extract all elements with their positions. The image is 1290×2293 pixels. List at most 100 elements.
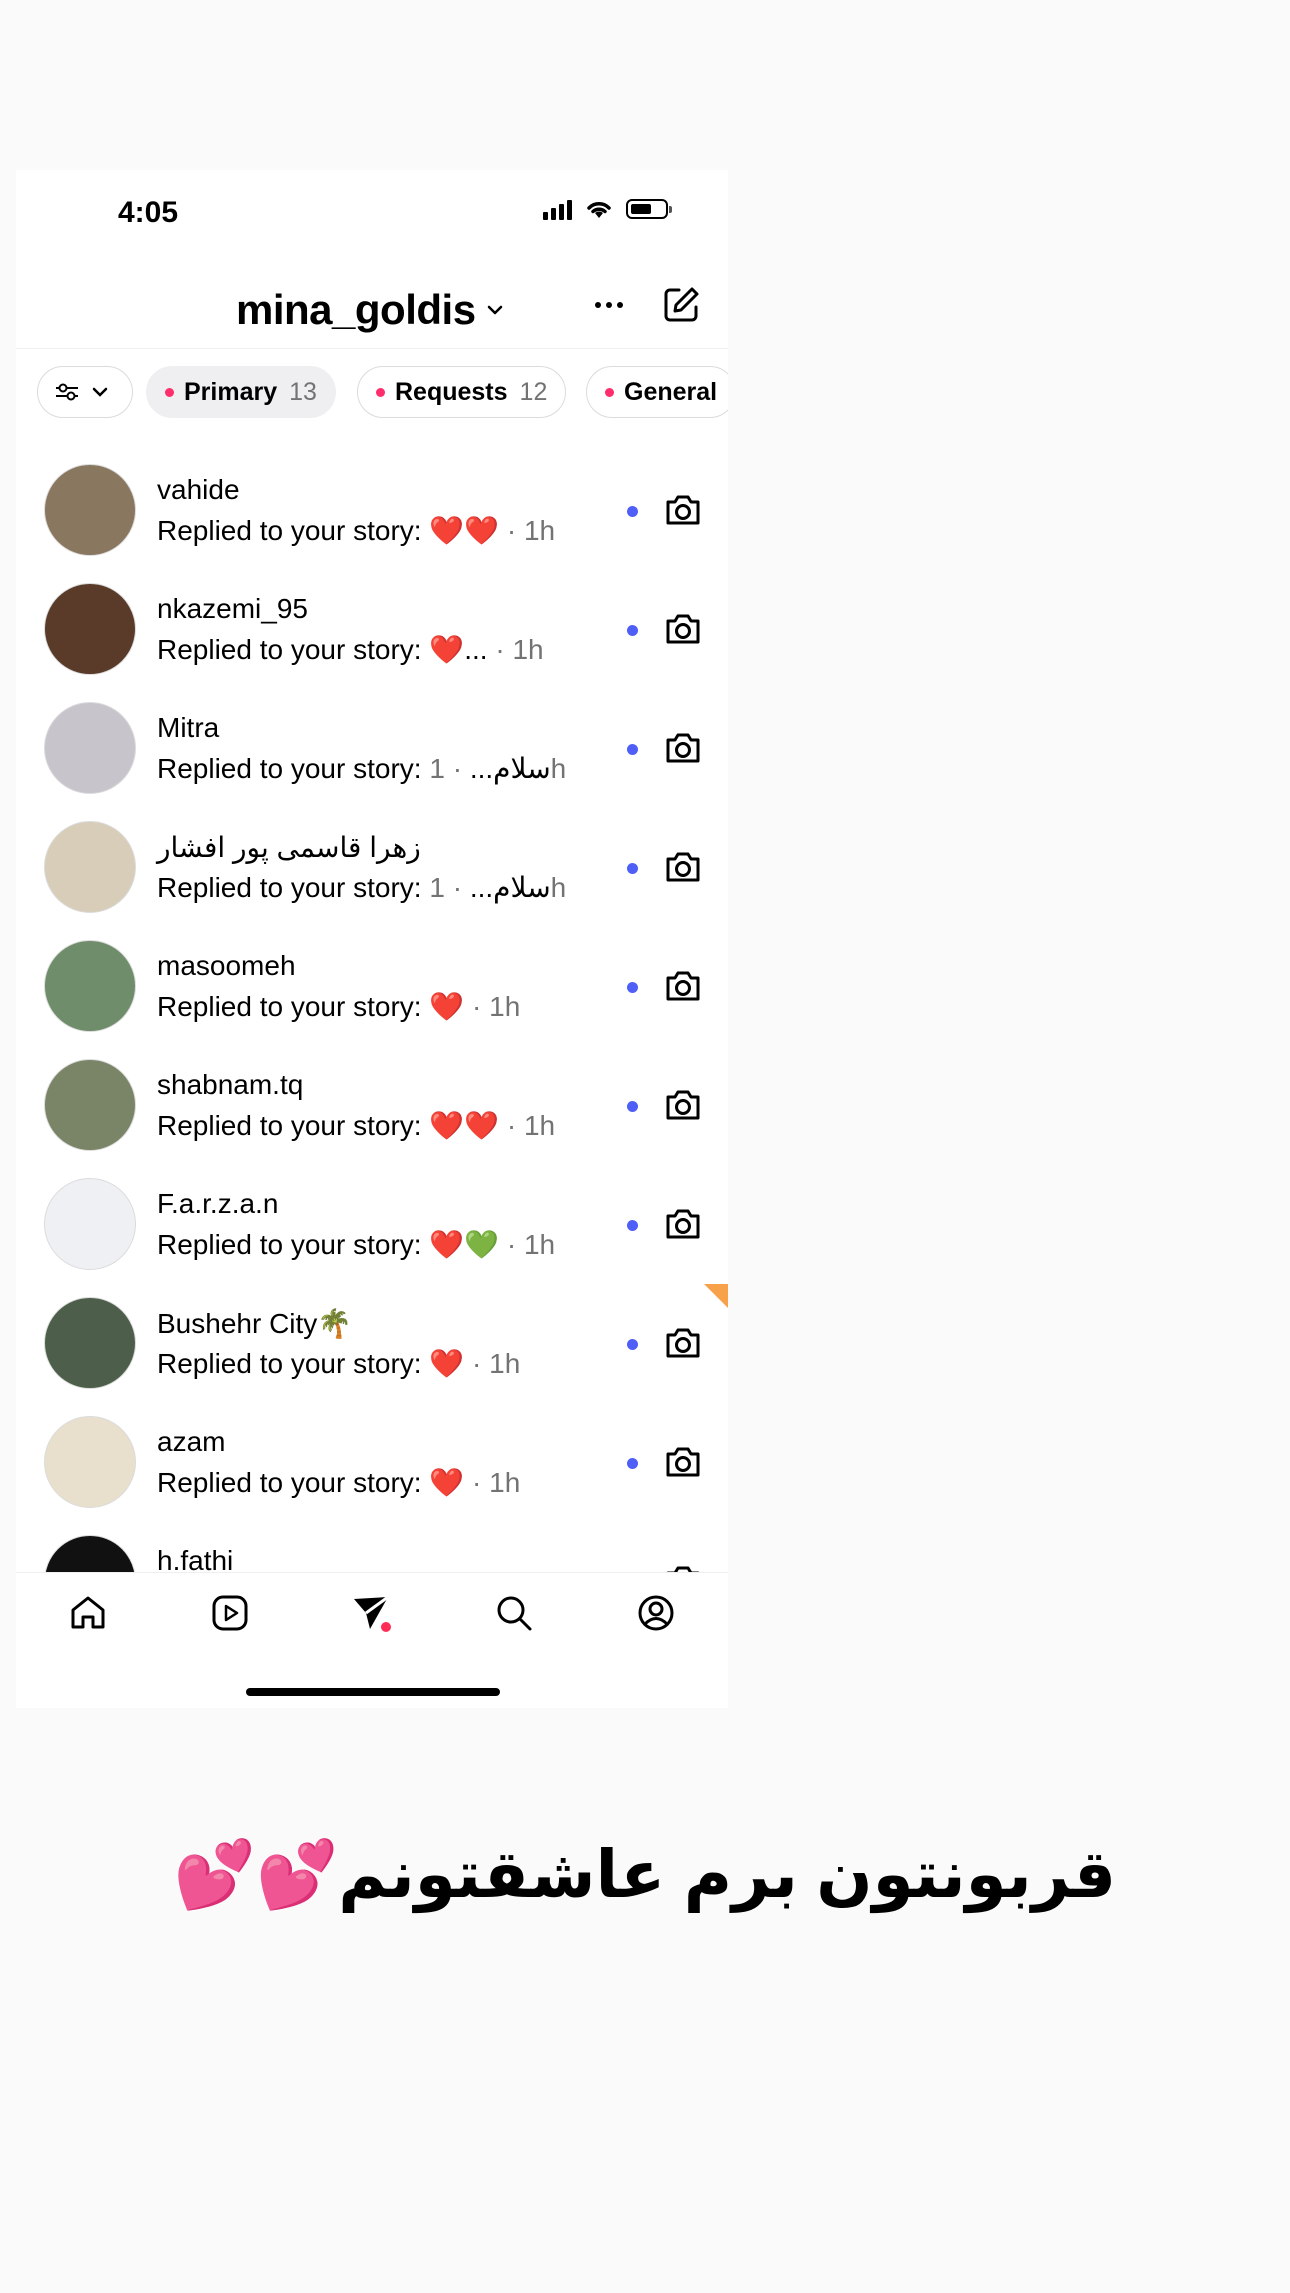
conversation-preview: Replied to your story: سلام... · 1h <box>157 752 566 785</box>
unread-dot <box>627 625 638 636</box>
tab-primary[interactable]: Primary 13 <box>146 366 336 418</box>
wifi-icon <box>587 202 611 218</box>
tab-requests[interactable]: Requests 12 <box>357 366 567 418</box>
conversation-list: vahide Replied to your story: ❤️❤️ · 1h nk… <box>16 450 728 1576</box>
conversation-row[interactable]: h.fathi <box>16 1521 728 1576</box>
avatar[interactable] <box>44 583 136 675</box>
avatar[interactable] <box>44 821 136 913</box>
caption-text: قربونتون برم عاشقتونم💕💕 <box>173 1837 1117 1911</box>
camera-icon[interactable] <box>663 609 703 649</box>
conversation-row[interactable]: azam Replied to your story: ❤️ · 1h <box>16 1402 728 1521</box>
conversation-row[interactable]: Mitra Replied to your story: سلام... · 1h <box>16 688 728 807</box>
conversation-row[interactable]: shabnam.tq Replied to your story: ❤️❤️ · … <box>16 1045 728 1164</box>
tab-label: General <box>624 377 718 406</box>
camera-icon[interactable] <box>663 1442 703 1482</box>
preview-message: ❤️ <box>429 991 465 1022</box>
conversation-name: vahide <box>157 474 240 505</box>
preview-message: سلام... <box>469 753 551 784</box>
preview-prefix: Replied to your story: <box>157 515 422 546</box>
preview-time: · 1h <box>506 515 556 546</box>
conversation-name: nkazemi_95 <box>157 593 308 624</box>
conversation-name: azam <box>157 1426 226 1457</box>
tab-reels[interactable] <box>206 1589 254 1637</box>
tab-count: 12 <box>519 377 548 406</box>
conversation-preview: Replied to your story: سلام... · 1h <box>157 871 566 904</box>
messenger-send-icon <box>354 1595 391 1632</box>
conversation-row[interactable]: vahide Replied to your story: ❤️❤️ · 1h <box>16 450 728 569</box>
conversation-name: shabnam.tq <box>157 1069 304 1100</box>
camera-icon[interactable] <box>663 1323 703 1363</box>
preview-message: سلام... <box>469 872 551 903</box>
unread-dot <box>627 982 638 993</box>
tab-general[interactable]: General <box>586 366 728 418</box>
account-switcher[interactable]: mina_goldis <box>236 286 506 334</box>
unread-dot <box>627 506 638 517</box>
more-options-button[interactable] <box>584 280 634 330</box>
conversation-row[interactable]: زهرا قاسمی پور افشار Replied to your stor… <box>16 807 728 926</box>
conversation-preview: Replied to your story: ❤️ · 1h <box>157 1347 520 1380</box>
tab-search[interactable] <box>490 1589 538 1637</box>
camera-icon[interactable] <box>663 1085 703 1125</box>
preview-prefix: Replied to your story: <box>157 1467 422 1498</box>
preview-message: ❤️💚 <box>429 1229 500 1260</box>
avatar[interactable] <box>44 1535 136 1576</box>
filter-settings-button[interactable] <box>37 366 133 418</box>
conversation-row[interactable]: nkazemi_95 Replied to your story: ❤️... ·… <box>16 569 728 688</box>
conversation-preview: Replied to your story: ❤️ · 1h <box>157 990 520 1023</box>
unread-dot <box>627 1220 638 1231</box>
unread-dot <box>627 744 638 755</box>
conversation-row[interactable]: F.a.r.z.a.n Replied to your story: ❤️💚 · … <box>16 1164 728 1283</box>
preview-time: · 1h <box>472 1467 521 1498</box>
notification-dot <box>605 387 614 397</box>
sliders-icon <box>56 383 78 401</box>
preview-time: · 1h <box>472 1348 521 1379</box>
chevron-down-icon <box>487 305 502 315</box>
tab-profile[interactable] <box>632 1589 680 1637</box>
avatar[interactable] <box>44 702 136 794</box>
preview-prefix: Replied to your story: <box>157 872 422 903</box>
tab-label: Primary <box>184 377 278 406</box>
tab-count: 13 <box>289 377 317 406</box>
tab-label: Requests <box>395 377 508 406</box>
inbox-filter-tabs: Primary 13 Requests 12 General <box>16 366 728 422</box>
avatar[interactable] <box>44 1178 136 1270</box>
camera-icon[interactable] <box>663 490 703 530</box>
avatar[interactable] <box>44 1059 136 1151</box>
conversation-name: زهرا قاسمی پور افشار <box>157 832 421 863</box>
preview-message: ❤️❤️ <box>429 515 500 546</box>
avatar[interactable] <box>44 1416 136 1508</box>
battery-icon <box>626 199 672 219</box>
reels-icon <box>212 1595 248 1631</box>
tab-messages[interactable] <box>348 1589 396 1637</box>
conversation-preview: Replied to your story: ❤️❤️ · 1h <box>157 1109 555 1142</box>
avatar[interactable] <box>44 1297 136 1389</box>
preview-message: ❤️❤️ <box>429 1110 500 1141</box>
camera-icon[interactable] <box>663 847 703 887</box>
home-indicator <box>246 1688 500 1696</box>
preview-prefix: Replied to your story: <box>157 753 422 784</box>
conversation-row[interactable]: masoomeh Replied to your story: ❤️ · 1h <box>16 926 728 1045</box>
tab-home[interactable] <box>64 1589 112 1637</box>
preview-time: · 1h <box>506 1110 556 1141</box>
avatar[interactable] <box>44 940 136 1032</box>
camera-icon[interactable] <box>663 1204 703 1244</box>
home-icon <box>71 1596 105 1629</box>
preview-prefix: Replied to your story: <box>157 991 422 1022</box>
unread-dot <box>627 1458 638 1469</box>
preview-prefix: Replied to your story: <box>157 1229 422 1260</box>
preview-time: · 1h <box>506 1229 556 1260</box>
profile-icon <box>638 1595 674 1631</box>
preview-prefix: Replied to your story: <box>157 634 422 665</box>
preview-prefix: Replied to your story: <box>157 1110 422 1141</box>
new-message-button[interactable] <box>656 280 706 330</box>
camera-icon[interactable] <box>663 728 703 768</box>
dm-header: mina_goldis <box>16 270 728 349</box>
camera-icon[interactable] <box>663 966 703 1006</box>
avatar[interactable] <box>44 464 136 556</box>
preview-message: ❤️ <box>429 1348 465 1379</box>
phone-screenshot: 4:05 mina_goldis Primary 13 Requests 12 … <box>16 170 728 1708</box>
preview-message: ❤️... <box>429 634 488 665</box>
conversation-row[interactable]: Bushehr City🌴 Replied to your story: ❤️ ·… <box>16 1283 728 1402</box>
account-name: mina_goldis <box>236 286 476 333</box>
conversation-preview: Replied to your story: ❤️ · 1h <box>157 1466 520 1499</box>
